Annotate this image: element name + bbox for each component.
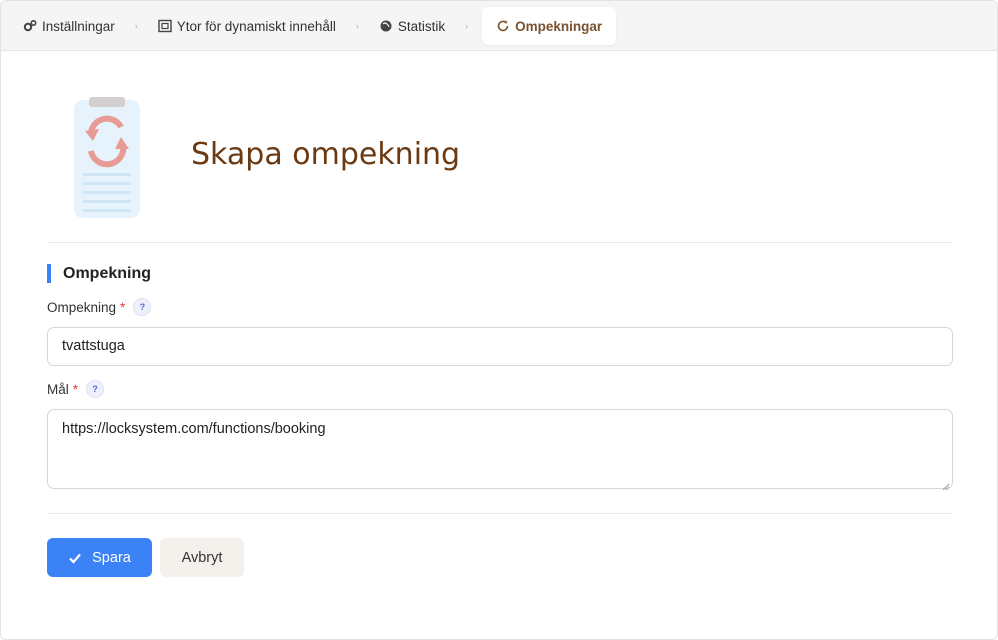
refresh-icon — [496, 19, 510, 33]
divider — [47, 513, 953, 514]
page-title: Skapa ompekning — [191, 137, 461, 172]
cancel-button[interactable]: Avbryt — [160, 538, 244, 577]
save-button[interactable]: Spara — [47, 538, 152, 577]
redirect-input[interactable]: tvattstuga — [47, 327, 953, 366]
required-marker: * — [120, 299, 126, 315]
tab-separator: › — [465, 21, 469, 31]
tab-ompekningar[interactable]: Ompekningar — [482, 7, 617, 45]
tab-installningar[interactable]: Inställningar — [17, 7, 121, 45]
redirect-label: Ompekning * ? — [47, 298, 152, 316]
target-label-text: Mål — [47, 381, 69, 397]
tab-bar: Inställningar › Ytor för dynamiskt inneh… — [1, 1, 997, 51]
target-textarea[interactable]: https://locksystem.com/functions/booking — [47, 409, 953, 491]
redirect-illustration — [71, 97, 143, 226]
check-icon — [68, 551, 82, 565]
section-title: Ompekning — [47, 264, 151, 283]
tab-label: Inställningar — [42, 18, 115, 34]
globe-icon — [379, 19, 393, 33]
divider — [47, 242, 953, 243]
target-label: Mål * ? — [47, 380, 105, 398]
required-marker: * — [72, 381, 79, 397]
app-frame: Inställningar › Ytor för dynamiskt inneh… — [0, 0, 998, 640]
frame-icon — [158, 19, 172, 33]
resize-grip-icon[interactable] — [942, 478, 950, 491]
tab-statistik[interactable]: Statistik — [373, 7, 451, 45]
tab-label: Ytor för dynamiskt innehåll — [176, 18, 336, 34]
tab-label: Ompekningar — [515, 18, 603, 34]
tab-separator: › — [134, 21, 138, 31]
cancel-button-label: Avbryt — [181, 549, 223, 566]
help-icon[interactable]: ? — [86, 380, 105, 398]
save-button-label: Spara — [92, 549, 131, 566]
tab-ytor[interactable]: Ytor för dynamiskt innehåll — [152, 7, 342, 45]
gears-icon — [23, 19, 37, 33]
tab-separator: › — [355, 21, 359, 31]
tab-label: Statistik — [397, 18, 446, 34]
target-textarea-value: https://locksystem.com/functions/booking — [62, 421, 326, 437]
redirect-label-text: Ompekning — [47, 299, 117, 315]
help-icon[interactable]: ? — [133, 298, 152, 316]
redirect-input-value: tvattstuga — [62, 338, 125, 354]
